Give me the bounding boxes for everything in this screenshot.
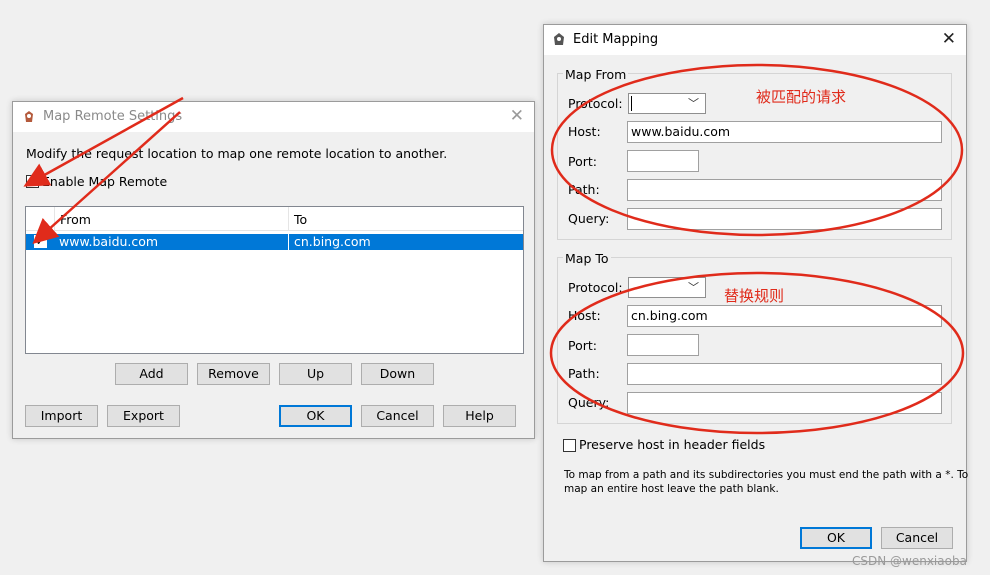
to-protocol-label: Protocol: [568,280,623,295]
map-from-title: Map From [563,67,629,82]
cancel-button[interactable]: Cancel [881,527,953,549]
ok-button[interactable]: OK [800,527,872,549]
help-button[interactable]: Help [443,405,516,427]
down-button[interactable]: Down [361,363,434,385]
from-port-field[interactable] [627,150,699,172]
to-path-field[interactable] [627,363,942,385]
from-path-field[interactable] [627,179,942,201]
preserve-host-checkbox[interactable] [563,439,576,452]
map-remote-settings-dialog: Map Remote Settings ✕ Modify the request… [12,101,535,439]
mappings-table: From To ✓ www.baidu.com cn.bing.com [25,206,524,354]
export-button[interactable]: Export [107,405,180,427]
from-path-label: Path: [568,182,600,197]
table-row[interactable]: ✓ www.baidu.com cn.bing.com [26,234,523,250]
to-port-label: Port: [568,338,597,353]
dialog-title: Map Remote Settings [43,109,183,124]
watermark: CSDN @wenxiaoba [852,554,967,568]
app-icon [23,110,35,124]
annotation-from-note: 被匹配的请求 [756,88,847,106]
column-header-to[interactable]: To [294,212,307,227]
chevron-down-icon: ﹀ [688,281,699,294]
edit-mapping-titlebar[interactable]: Edit Mapping ✕ [544,25,966,55]
up-button[interactable]: Up [279,363,352,385]
to-query-label: Query: [568,395,610,410]
from-protocol-label: Protocol: [568,96,623,111]
import-button[interactable]: Import [25,405,98,427]
add-button[interactable]: Add [115,363,188,385]
enable-map-remote-label: Enable Map Remote [42,174,168,189]
dialog-title: Edit Mapping [573,32,659,47]
row-from-cell: www.baidu.com [59,234,159,249]
chevron-down-icon: ﹀ [688,97,699,110]
cancel-button[interactable]: Cancel [361,405,434,427]
map-remote-titlebar[interactable]: Map Remote Settings ✕ [13,102,534,132]
from-host-label: Host: [568,124,601,139]
close-icon[interactable]: ✕ [510,108,524,125]
row-to-cell: cn.bing.com [294,234,371,249]
to-path-label: Path: [568,366,600,381]
to-port-field[interactable] [627,334,699,356]
enable-map-remote-checkbox[interactable]: ✓ [26,175,39,188]
table-header: From To [26,207,523,231]
from-query-field[interactable] [627,208,942,230]
description-text: Modify the request location to map one r… [26,146,448,161]
from-port-label: Port: [568,154,597,169]
ok-button[interactable]: OK [279,405,352,427]
remove-button[interactable]: Remove [197,363,270,385]
from-host-field[interactable]: www.baidu.com [627,121,942,143]
from-protocol-select[interactable]: ﹀ [628,93,706,114]
app-icon [552,32,566,46]
from-query-label: Query: [568,211,610,226]
annotation-to-note: 替换规则 [724,287,785,305]
to-host-label: Host: [568,308,601,323]
help-text-line-2: map an entire host leave the path blank. [564,483,779,495]
close-icon[interactable]: ✕ [942,31,956,48]
to-protocol-select[interactable]: ﹀ [628,277,706,298]
preserve-host-label: Preserve host in header fields [579,437,766,452]
map-to-title: Map To [563,251,611,266]
to-query-field[interactable] [627,392,942,414]
to-host-field[interactable]: cn.bing.com [627,305,942,327]
help-text-line-1: To map from a path and its subdirectorie… [564,469,969,481]
row-enabled-checkbox[interactable]: ✓ [34,235,47,248]
column-header-from[interactable]: From [60,212,91,227]
